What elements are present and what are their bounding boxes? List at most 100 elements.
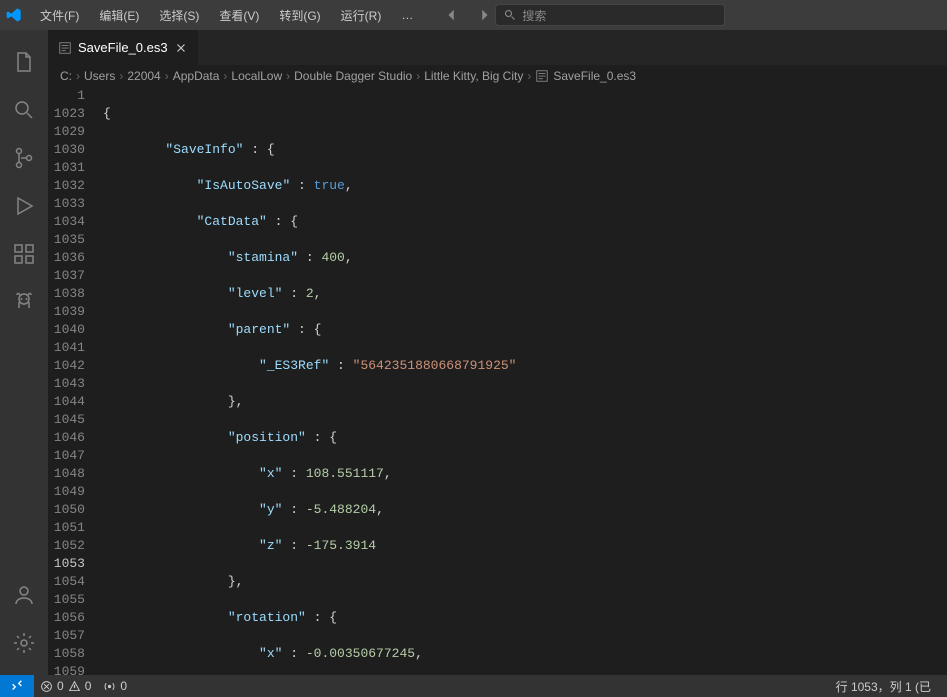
code-editor[interactable]: 1102310291030103110321033103410351036103… [48,87,947,675]
warning-count: 0 [85,679,92,693]
explorer-icon[interactable] [0,38,48,86]
statusbar: 0 0 0 行 1053，列 1 (已 [0,675,947,697]
breadcrumb-item[interactable]: C: [60,69,72,83]
line-number: 1 [48,87,85,105]
code-line: "level" : 2, [103,285,947,303]
line-number: 1052 [48,537,85,555]
status-problems[interactable]: 0 0 [34,679,97,693]
line-number: 1040 [48,321,85,339]
source-control-icon[interactable] [0,134,48,182]
breadcrumb-item[interactable]: SaveFile_0.es3 [553,69,636,83]
error-icon [40,680,53,693]
line-number: 1035 [48,231,85,249]
line-number: 1036 [48,249,85,267]
line-number: 1059 [48,663,85,675]
extensions-icon[interactable] [0,230,48,278]
line-number: 1046 [48,429,85,447]
line-number: 1054 [48,573,85,591]
error-count: 0 [57,679,64,693]
close-icon[interactable] [174,41,188,55]
nav-forward-icon[interactable] [477,8,491,22]
remote-icon[interactable] [0,675,34,697]
tab-savefile[interactable]: SaveFile_0.es3 [48,30,199,65]
menu-file[interactable]: 文件(F) [32,3,87,28]
breadcrumb[interactable]: C:› Users› 22004› AppData› LocalLow› Dou… [48,65,947,87]
vscode-logo-icon [6,7,22,23]
menu-select[interactable]: 选择(S) [151,3,207,28]
search-icon[interactable] [0,86,48,134]
nav-back-icon[interactable] [445,8,459,22]
line-number: 1051 [48,519,85,537]
breadcrumb-item[interactable]: Users [84,69,115,83]
code-line: "IsAutoSave" : true, [103,177,947,195]
tab-title: SaveFile_0.es3 [78,40,168,55]
code-line: "z" : -175.3914 [103,537,947,555]
status-ports[interactable]: 0 [97,679,133,693]
menu-goto[interactable]: 转到(G) [271,3,328,28]
menu-more[interactable]: … [393,4,421,26]
menu-run[interactable]: 运行(R) [333,3,390,28]
code-line: { [103,105,947,123]
code-line: "rotation" : { [103,609,947,627]
breadcrumb-item[interactable]: 22004 [127,69,160,83]
nav-arrows [445,8,491,22]
line-number: 1039 [48,303,85,321]
warning-icon [68,680,81,693]
code-line: }, [103,573,947,591]
line-number: 1053 [48,555,85,573]
code-line: "SaveInfo" : { [103,141,947,159]
line-number: 1038 [48,285,85,303]
activity-bar [0,30,48,675]
line-number: 1042 [48,357,85,375]
line-number: 1023 [48,105,85,123]
tab-bar: SaveFile_0.es3 [48,30,947,65]
code-line: "x" : -0.00350677245, [103,645,947,663]
line-number: 1056 [48,609,85,627]
code-line: "y" : -5.488204, [103,501,947,519]
code-line: "stamina" : 400, [103,249,947,267]
line-number: 1037 [48,267,85,285]
run-debug-icon[interactable] [0,182,48,230]
line-number: 1044 [48,393,85,411]
line-number: 1031 [48,159,85,177]
code-line: "x" : 108.551117, [103,465,947,483]
code-line: }, [103,393,947,411]
line-number: 1043 [48,375,85,393]
gear-icon[interactable] [0,619,48,667]
line-number: 1029 [48,123,85,141]
line-number: 1041 [48,339,85,357]
menu-view[interactable]: 查看(V) [211,3,267,28]
line-number: 1045 [48,411,85,429]
menu-edit[interactable]: 编辑(E) [91,3,147,28]
search-icon [504,9,516,21]
gutter: 1102310291030103110321033103410351036103… [48,87,103,675]
line-number: 1057 [48,627,85,645]
code-content[interactable]: { "SaveInfo" : { "IsAutoSave" : true, "C… [103,87,947,675]
code-line: "CatData" : { [103,213,947,231]
line-number: 1047 [48,447,85,465]
line-number: 1055 [48,591,85,609]
file-icon [535,69,549,83]
breadcrumb-item[interactable]: Double Dagger Studio [294,69,412,83]
titlebar: 文件(F) 编辑(E) 选择(S) 查看(V) 转到(G) 运行(R) … 搜索 [0,0,947,30]
command-center-search[interactable]: 搜索 [495,4,725,26]
breadcrumb-item[interactable]: Little Kitty, Big City [424,69,523,83]
editor-area: SaveFile_0.es3 C:› Users› 22004› AppData… [48,30,947,675]
code-line: "_ES3Ref" : "5642351880668791925" [103,357,947,375]
code-line: "parent" : { [103,321,947,339]
line-number: 1034 [48,213,85,231]
radio-icon [103,680,116,693]
line-number: 1033 [48,195,85,213]
line-number: 1048 [48,465,85,483]
breadcrumb-item[interactable]: AppData [173,69,220,83]
breadcrumb-item[interactable]: LocalLow [231,69,282,83]
status-cursor-position[interactable]: 行 1053，列 1 (已 [830,678,937,695]
account-icon[interactable] [0,571,48,619]
line-number: 1032 [48,177,85,195]
code-line: "position" : { [103,429,947,447]
ports-count: 0 [120,679,127,693]
copilot-icon[interactable] [0,278,48,326]
search-placeholder: 搜索 [522,7,546,24]
line-number: 1058 [48,645,85,663]
file-icon [58,41,72,55]
